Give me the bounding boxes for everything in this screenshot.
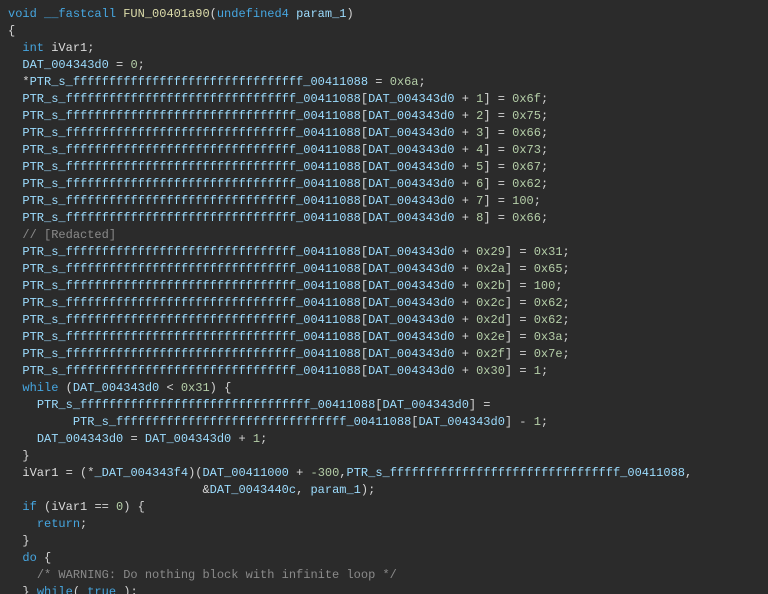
warning-comment: /* WARNING: Do nothing block with infini…	[37, 568, 397, 582]
redacted-comment: // [Redacted]	[22, 228, 116, 242]
decompiled-code[interactable]: void __fastcall FUN_00401a90(undefined4 …	[0, 0, 768, 594]
function-name: FUN_00401a90	[123, 7, 209, 21]
